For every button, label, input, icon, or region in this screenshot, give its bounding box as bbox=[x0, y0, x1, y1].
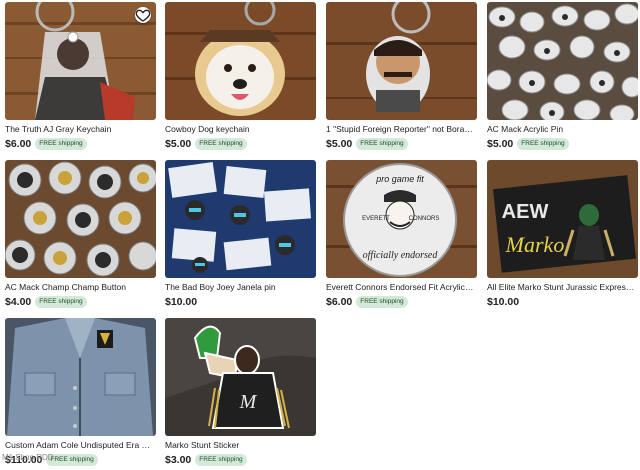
listing-card[interactable]: AC Mack Acrylic Pin $5.00 FREE shipping bbox=[487, 2, 638, 151]
listing-title[interactable]: The Bad Boy Joey Janela pin bbox=[165, 282, 314, 293]
listing-card[interactable]: pro game fit EVERETT CONNORS officially … bbox=[326, 160, 477, 309]
listing-title[interactable]: All Elite Marko Stunt Jurassic Express S… bbox=[487, 282, 636, 293]
listing-title[interactable]: The Truth AJ Gray Keychain bbox=[5, 124, 154, 135]
listing-title[interactable]: Marko Stunt Sticker bbox=[165, 440, 314, 451]
pin-name-right: CONNORS bbox=[409, 216, 440, 222]
marko-stunt-sticker-photo: M bbox=[165, 318, 316, 436]
free-shipping-badge: FREE shipping bbox=[356, 138, 408, 150]
pin-bottom-text: officially endorsed bbox=[363, 250, 439, 261]
everett-connors-keychain-image: pro game fit EVERETT CONNORS officially … bbox=[326, 160, 477, 278]
free-shipping-badge: FREE shipping bbox=[195, 138, 247, 150]
listing-title[interactable]: 1 "Stupid Foreign Reporter" not Borat ke… bbox=[326, 124, 475, 135]
free-shipping-badge: FREE shipping bbox=[35, 296, 87, 308]
listing-thumbnail[interactable] bbox=[5, 160, 156, 278]
listing-thumbnail[interactable] bbox=[165, 2, 316, 120]
listing-title[interactable]: Everett Connors Endorsed Fit Acrylic Key… bbox=[326, 282, 475, 293]
listing-card[interactable]: The Bad Boy Joey Janela pin $10.00 bbox=[165, 160, 316, 309]
listing-price: $10.00 bbox=[487, 296, 520, 308]
listing-thumbnail[interactable] bbox=[487, 2, 638, 120]
listing-thumbnail[interactable]: pro game fit EVERETT CONNORS officially … bbox=[326, 160, 477, 278]
listing-price: $5.00 bbox=[165, 138, 192, 150]
listing-price: $6.00 bbox=[5, 138, 32, 150]
free-shipping-badge: FREE shipping bbox=[46, 454, 98, 466]
reporter-keychain-image bbox=[326, 2, 477, 120]
listing-card[interactable]: The Truth AJ Gray Keychain $6.00 FREE sh… bbox=[5, 2, 156, 151]
listing-thumbnail[interactable]: M bbox=[165, 318, 316, 436]
listing-title[interactable]: Cowboy Dog keychain bbox=[165, 124, 314, 135]
listing-price: $6.00 bbox=[326, 296, 353, 308]
listing-title[interactable]: AC Mack Acrylic Pin bbox=[487, 124, 636, 135]
listing-price: $3.00 bbox=[165, 454, 192, 466]
listing-card[interactable]: Custom Adam Cole Undisputed Era Jacket $… bbox=[5, 318, 156, 467]
pin-name-left: EVERETT bbox=[362, 216, 390, 222]
listing-price: $5.00 bbox=[487, 138, 514, 150]
pin-top-text: pro game fit bbox=[375, 174, 424, 184]
denim-jacket-image bbox=[5, 318, 156, 436]
heart-icon bbox=[135, 9, 151, 22]
listing-price: $10.00 bbox=[165, 296, 198, 308]
marko-script-text: Marko bbox=[505, 232, 565, 257]
listing-card[interactable]: Cowboy Dog keychain $5.00 FREE shipping bbox=[165, 2, 316, 151]
marko-stunt-sticker-image: AEW Marko bbox=[487, 160, 638, 278]
listing-card[interactable]: AEW Marko All Elite Marko Stunt Jurassic… bbox=[487, 160, 638, 309]
aew-logo-text: AEW bbox=[502, 201, 549, 223]
listing-title[interactable]: Custom Adam Cole Undisputed Era Jacket bbox=[5, 440, 154, 451]
joey-janela-pin-image bbox=[165, 160, 316, 278]
listing-thumbnail[interactable] bbox=[5, 318, 156, 436]
listing-price: $4.00 bbox=[5, 296, 32, 308]
free-shipping-badge: FREE shipping bbox=[35, 138, 87, 150]
favorite-button[interactable] bbox=[135, 7, 151, 23]
listing-price: $5.00 bbox=[326, 138, 353, 150]
jacket-letter-text: M bbox=[239, 391, 258, 413]
listing-card[interactable]: AC Mack Champ Champ Button $4.00 FREE sh… bbox=[5, 160, 156, 309]
keychain-aj-gray-image bbox=[5, 2, 156, 120]
champ-buttons-image bbox=[5, 160, 156, 278]
listing-thumbnail[interactable] bbox=[326, 2, 477, 120]
listing-title[interactable]: AC Mack Champ Champ Button bbox=[5, 282, 154, 293]
listing-card[interactable]: M Marko Stunt Sticker $3.00 FREE shippin… bbox=[165, 318, 316, 467]
free-shipping-badge: FREE shipping bbox=[195, 454, 247, 466]
watermark-text: M1 Shop RDD bbox=[2, 453, 54, 462]
free-shipping-badge: FREE shipping bbox=[356, 296, 408, 308]
listing-thumbnail[interactable] bbox=[165, 160, 316, 278]
acrylic-pins-pile-image bbox=[487, 2, 638, 120]
cowboy-dog-keychain-image bbox=[165, 2, 316, 120]
free-shipping-badge: FREE shipping bbox=[517, 138, 569, 150]
listing-card[interactable]: 1 "Stupid Foreign Reporter" not Borat ke… bbox=[326, 2, 477, 151]
listing-thumbnail[interactable]: AEW Marko bbox=[487, 160, 638, 278]
listing-thumbnail[interactable] bbox=[5, 2, 156, 120]
